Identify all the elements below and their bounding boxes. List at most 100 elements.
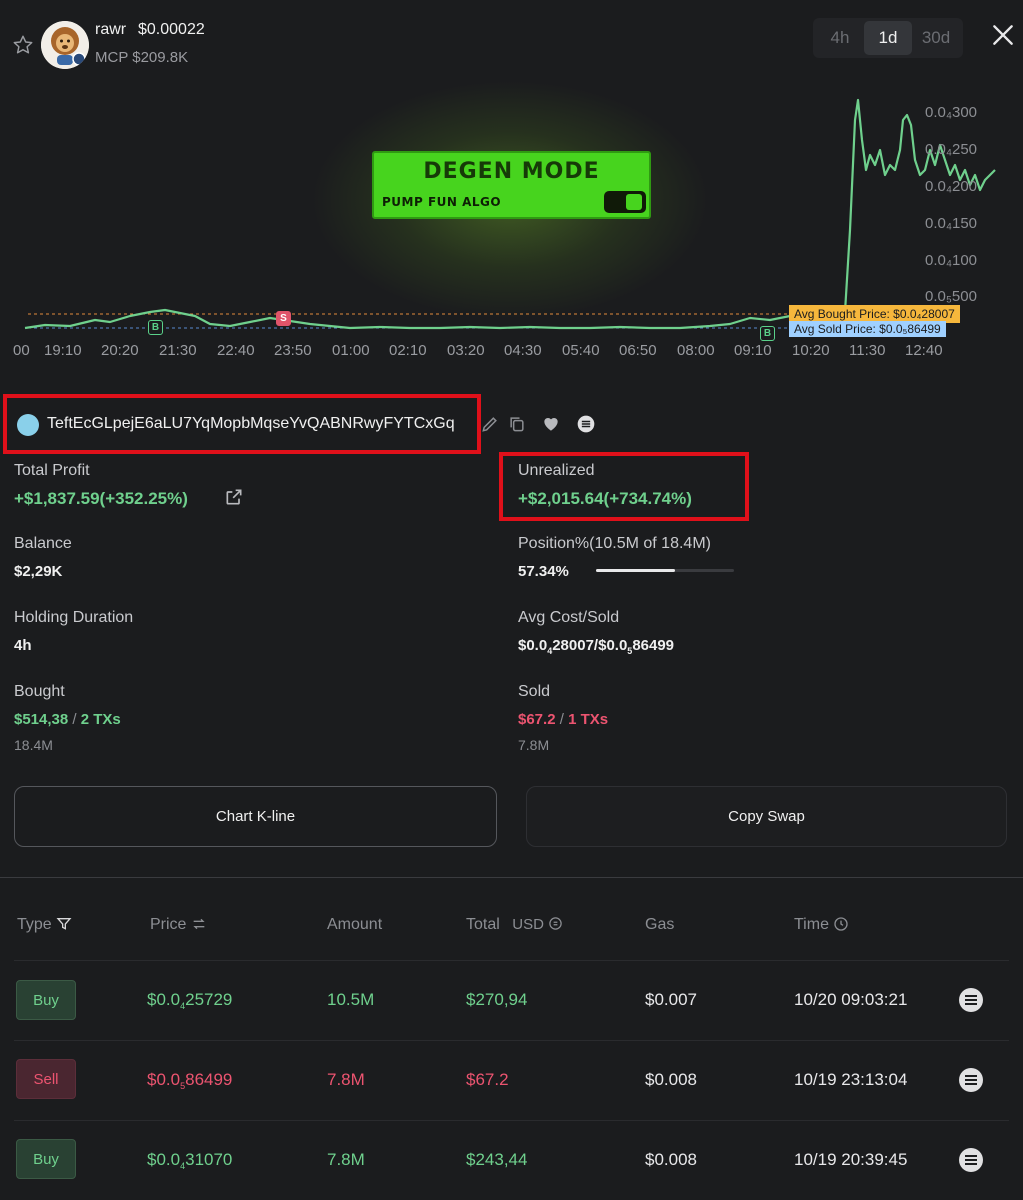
avg-cost-sold-label: Avg Cost/Sold [518,609,620,626]
sold-label: Sold [518,683,551,700]
y-axis-label: 0.0₄200 [925,178,978,195]
row-time: 10/19 20:39:45 [794,1150,908,1169]
x-axis-label: 20:20 [101,342,139,359]
timeframe-4h[interactable]: 4h [816,21,864,55]
row-price: $0.0431070 [147,1150,233,1171]
row-divider [14,1120,1009,1121]
x-axis-label: 23:50 [274,342,312,359]
row-total: $270,94 [466,990,528,1009]
y-axis-label: 0.0₄300 [925,104,978,121]
y-axis-label: 0.0₄100 [925,252,978,269]
wallet-address[interactable]: TeftEcGLpejE6aLU7YqMopbMqseYvQABNRwyFYTC… [47,415,455,433]
timeframe-selector: 4h 1d 30d [813,18,963,58]
avg-cost-sold-value: $0.0428007/$0.0586499 [518,637,675,656]
row-price: $0.0425729 [147,990,233,1011]
header-total[interactable]: Total USD [466,916,563,934]
x-axis-label: 08:00 [677,342,715,359]
type-badge-buy: Buy [16,1139,76,1179]
position-value: 57.34% [518,563,569,580]
header-time[interactable]: Time [794,916,849,934]
copy-swap-button[interactable]: Copy Swap [526,786,1007,847]
balance-label: Balance [14,535,72,552]
menu-icon[interactable] [576,414,596,434]
total-profit-value: +$1,837.59(+352.25%) [14,489,188,508]
usd-toggle[interactable]: USD [512,916,544,933]
token-avatar [41,21,89,69]
unrealized-value: +$2,015.64(+734.74%) [518,489,692,508]
x-axis-label: 22:40 [217,342,255,359]
y-axis-label: 0.0₄150 [925,215,978,232]
token-price: $0.00022 [138,21,205,38]
close-icon[interactable] [990,22,1016,48]
clock-icon[interactable] [833,916,849,932]
header: rawr $0.00022 MCP $209.8K 4h 1d 30d [0,0,1023,80]
buy-marker[interactable]: B [148,320,163,335]
avg-sold-price-tag: Avg Sold Price: $0.0₅86499 [789,321,946,337]
x-axis-label: 21:30 [159,342,197,359]
y-axis-label: 0.0₄250 [925,141,978,158]
type-badge-sell: Sell [16,1059,76,1099]
header-type[interactable]: Type [17,916,72,934]
row-amount: 7.8M [327,1070,365,1089]
sold-value: $67.2 / 1 TXs [518,711,609,728]
x-axis-label: 03:20 [447,342,485,359]
x-axis-label: 06:50 [619,342,657,359]
timeframe-1d[interactable]: 1d [864,21,912,55]
position-label: Position%(10.5M of 18.4M) [518,535,711,552]
row-divider [14,1040,1009,1041]
holding-duration-label: Holding Duration [14,609,134,626]
timeframe-30d[interactable]: 30d [912,21,960,55]
buy-marker[interactable]: B [760,326,775,341]
y-axis-label: 0.0₅500 [925,288,977,305]
x-axis-label: 12:40 [905,342,943,359]
row-gas: $0.008 [645,1150,697,1169]
heart-icon[interactable] [541,414,561,434]
degen-mode-banner[interactable]: DEGEN MODE PUMP FUN ALGO [372,151,651,219]
sell-marker[interactable]: S [276,311,291,326]
row-amount: 7.8M [327,1150,365,1169]
token-name: rawr [95,21,127,38]
header-price[interactable]: Price [150,916,207,934]
row-divider [14,960,1009,961]
unrealized-label: Unrealized [518,462,595,479]
copy-icon[interactable] [507,414,527,434]
holding-duration-value: 4h [14,637,32,654]
type-badge-buy: Buy [16,980,76,1020]
degen-mode-toggle[interactable] [604,191,646,213]
price-chart: DEGEN MODE PUMP FUN ALGO 0.0₄300 0.0₄250… [0,80,1023,380]
row-details-icon[interactable] [959,1148,983,1172]
edit-icon[interactable] [480,414,500,434]
balance-value: $2,29K [14,563,63,580]
x-axis-label: 01:00 [332,342,370,359]
degen-mode-subtitle: PUMP FUN ALGO [382,195,502,209]
sold-amount: 7.8M [518,737,550,753]
row-gas: $0.008 [645,1070,697,1089]
toggle-knob [626,194,642,210]
currency-icon[interactable] [548,916,563,931]
bought-label: Bought [14,683,65,700]
external-link-icon[interactable] [224,487,244,507]
star-icon[interactable] [12,34,34,56]
row-total: $67.2 [466,1070,509,1089]
wallet-avatar-icon [17,414,39,436]
row-details-icon[interactable] [959,988,983,1012]
position-progress-fill [596,569,676,572]
row-gas: $0.007 [645,990,697,1009]
header-gas: Gas [645,916,675,933]
chart-kline-button[interactable]: Chart K-line [14,786,497,847]
x-axis-label: 09:10 [734,342,772,359]
position-progress-bar [596,569,734,572]
x-axis-label: 02:10 [389,342,427,359]
market-cap: MCP $209.8K [95,49,189,66]
header-amount: Amount [327,916,383,933]
row-details-icon[interactable] [959,1068,983,1092]
section-divider [0,877,1023,878]
x-axis-label: 00 [13,342,30,359]
degen-mode-title: DEGEN MODE [423,159,600,184]
wallet-address-row: TeftEcGLpejE6aLU7YqMopbMqseYvQABNRwyFYTC… [3,394,481,454]
swap-arrows-icon[interactable] [191,916,207,932]
filter-icon[interactable] [56,916,72,932]
total-profit-label: Total Profit [14,462,90,479]
row-total: $243,44 [466,1150,528,1169]
x-axis-label: 10:20 [792,342,830,359]
